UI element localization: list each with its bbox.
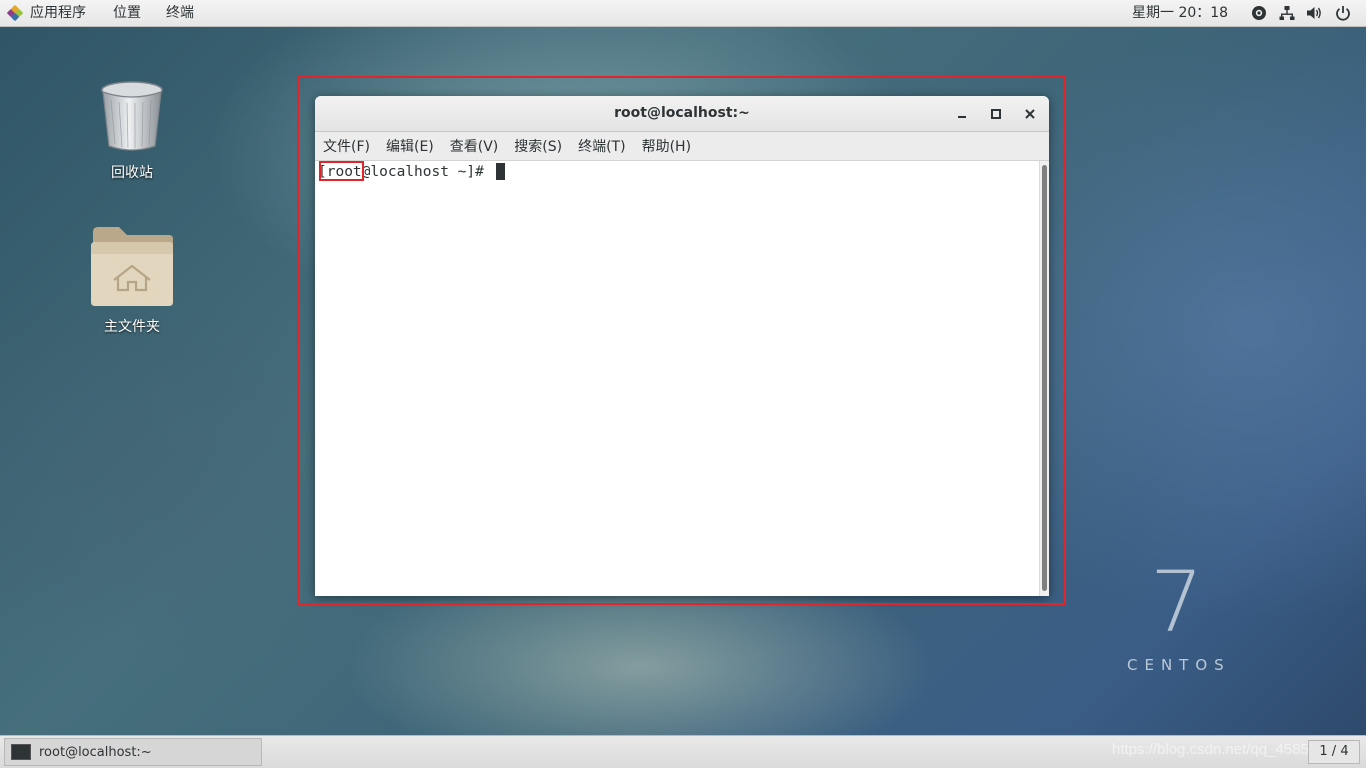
accessibility-icon[interactable] <box>1251 5 1267 21</box>
menu-file[interactable]: 文件(F) <box>323 136 370 156</box>
menu-view[interactable]: 查看(V) <box>450 136 499 156</box>
maximize-icon[interactable] <box>987 105 1005 123</box>
terminal-scrollbar[interactable] <box>1039 161 1049 596</box>
minimize-icon[interactable] <box>953 105 971 123</box>
trash-desktop-icon[interactable]: 回收站 <box>84 80 180 182</box>
shell-prompt: [root@localhost ~]# <box>318 163 493 181</box>
centos-wordmark: CENTOS <box>1127 656 1231 674</box>
workspace-indicator[interactable]: 1 / 4 <box>1308 740 1360 764</box>
prompt-host: @localhost ~]# <box>361 164 493 180</box>
source-watermark: https://blog.csdn.net/qq_4585784 <box>1112 741 1334 758</box>
menu-help[interactable]: 帮助(H) <box>642 136 691 156</box>
scrollbar-thumb[interactable] <box>1042 165 1047 591</box>
terminal-menubar: 文件(F) 编辑(E) 查看(V) 搜索(S) 终端(T) 帮助(H) <box>315 132 1049 161</box>
taskbar-item-label: root@localhost:~ <box>39 744 152 760</box>
applications-menu[interactable]: 应用程序 <box>6 0 86 26</box>
window-titlebar[interactable]: root@localhost:~ <box>315 96 1049 132</box>
taskbar-terminal-item[interactable]: root@localhost:~ <box>4 738 262 766</box>
menu-edit[interactable]: 编辑(E) <box>386 136 434 156</box>
text-cursor <box>496 163 505 180</box>
volume-icon[interactable] <box>1306 5 1322 21</box>
close-icon[interactable] <box>1021 105 1039 123</box>
trash-icon <box>101 81 163 151</box>
terminal-output[interactable]: [root@localhost ~]# <box>315 161 1039 596</box>
home-folder-label: 主文件夹 <box>104 319 160 335</box>
top-panel: 应用程序 位置 终端 星期一 20：18 <box>0 0 1366 27</box>
clock[interactable]: 星期一 20：18 <box>1132 0 1228 26</box>
centos-version-mark: 7 <box>1150 553 1204 651</box>
terminal-icon <box>11 744 31 760</box>
prompt-open-bracket: [ <box>318 164 327 180</box>
network-icon[interactable] <box>1279 5 1295 21</box>
window-title: root@localhost:~ <box>614 105 750 121</box>
applications-label: 应用程序 <box>30 5 86 21</box>
trash-label: 回收站 <box>111 165 153 181</box>
terminal-window[interactable]: root@localhost:~ 文件(F) 编辑(E) 查看(V) 搜索(S)… <box>315 96 1049 596</box>
places-menu[interactable]: 位置 <box>113 0 141 26</box>
menu-terminal[interactable]: 终端(T) <box>578 136 625 156</box>
prompt-user: root <box>326 164 362 180</box>
home-folder-icon <box>91 227 173 306</box>
centos-logo-icon <box>6 4 24 22</box>
terminal-app-menu[interactable]: 终端 <box>166 0 194 26</box>
home-folder-desktop-icon[interactable]: 主文件夹 <box>84 224 180 336</box>
power-icon[interactable] <box>1335 5 1351 21</box>
menu-search[interactable]: 搜索(S) <box>514 136 562 156</box>
